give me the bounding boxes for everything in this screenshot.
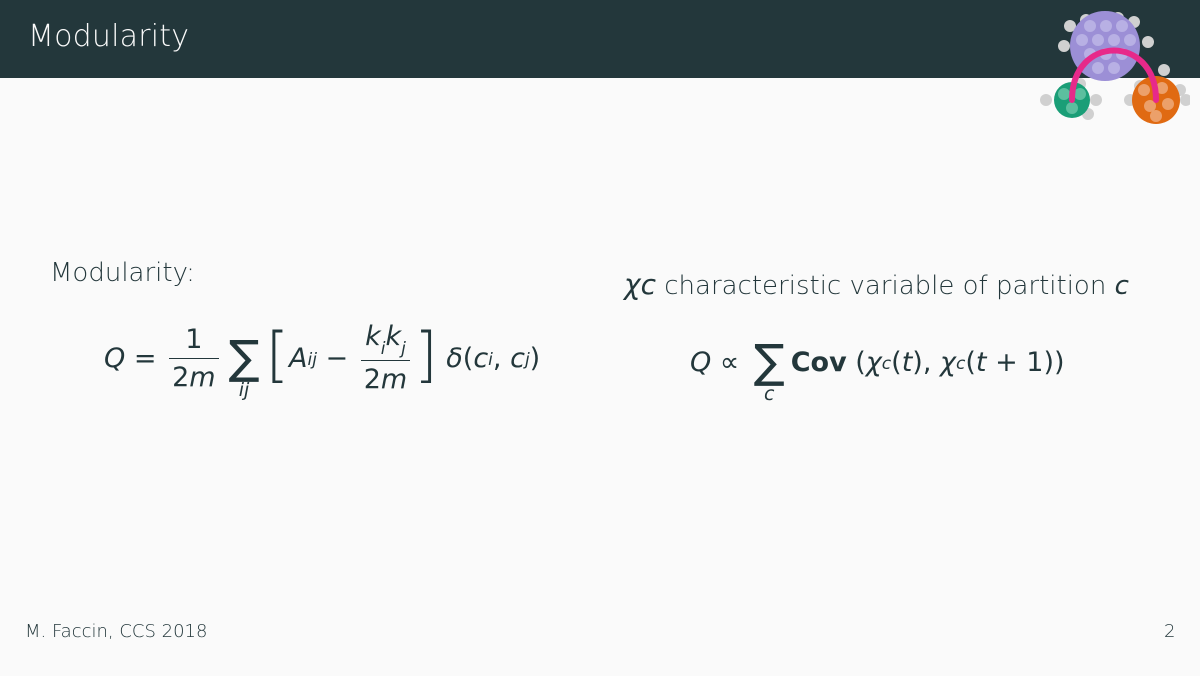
slide-header: Modularity [0, 0, 1200, 124]
partition-symbol: c [1114, 271, 1129, 301]
chi-c-symbol: χc [624, 268, 656, 301]
page-number: 2 [1164, 621, 1176, 642]
footer-author: M. Faccin, CCS 2018 [25, 621, 208, 642]
network-logo-icon [1040, 11, 1190, 124]
characteristic-variable-text: characteristic variable of partition [655, 271, 1115, 301]
characteristic-variable-label: χc characteristic variable of partition … [624, 268, 1129, 301]
modularity-formula: Q = 1 2m ∑ ij [ Aij − kikj 2m ] δ(c i, c j) [104, 320, 541, 401]
covariance-formula: Q ∝ ∑ c Cov (χ c(t), χ c(t + 1)) [690, 334, 1065, 405]
modularity-label: Modularity: [50, 258, 195, 288]
slide-title: Modularity [28, 19, 190, 54]
